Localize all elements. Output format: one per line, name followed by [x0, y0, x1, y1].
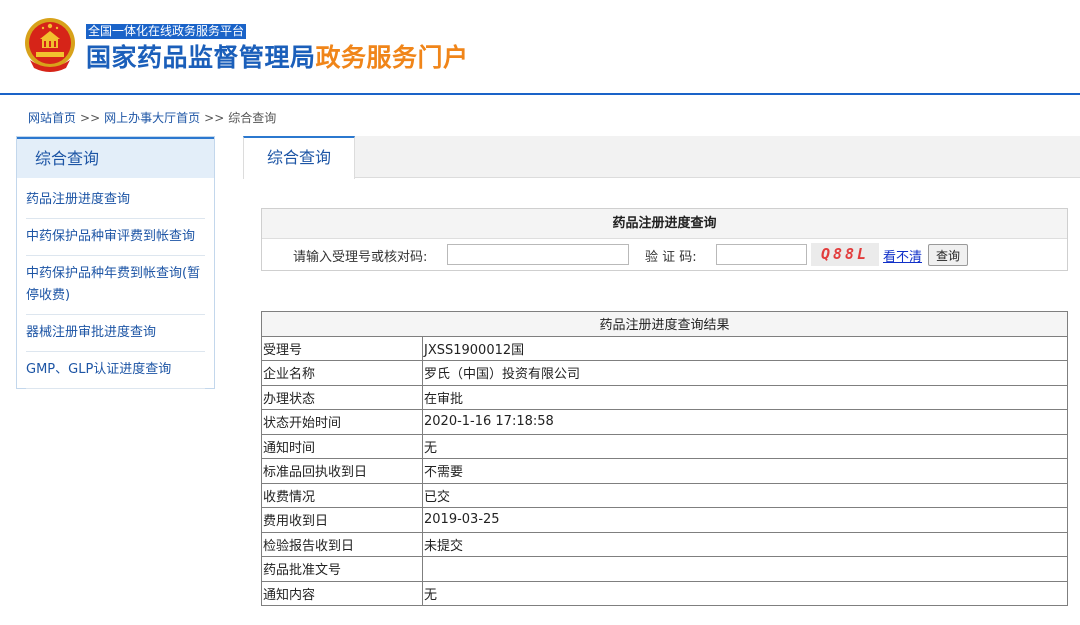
row-value: 无 — [422, 433, 1068, 459]
query-form: 药品注册进度查询 请输入受理号或核对码: 验 证 码: Q88L 看不清 查询 — [261, 208, 1068, 271]
breadcrumb-current: 综合查询 — [228, 111, 277, 125]
row-value: 2019-03-25 — [422, 507, 1068, 533]
captcha-input[interactable] — [716, 244, 807, 265]
result-table: 药品注册进度查询结果 受理号 JXSS1900012国 企业名称 罗氏（中国）投资有… — [261, 311, 1068, 606]
row-value: 不需要 — [422, 458, 1068, 484]
row-key: 通知内容 — [261, 580, 423, 606]
captcha-image: Q88L — [811, 243, 879, 266]
row-key: 药品批准文号 — [261, 556, 423, 582]
table-row: 检验报告收到日 未提交 — [261, 531, 1068, 557]
row-value: 已交 — [422, 482, 1068, 508]
acceptance-number-label: 请输入受理号或核对码: — [293, 250, 428, 265]
header-divider — [0, 93, 1080, 95]
site-title-main: 国家药品监督管理局 — [86, 43, 316, 72]
sidebar-item-drug-registration[interactable]: 药品注册进度查询 — [26, 182, 205, 219]
row-key: 企业名称 — [261, 360, 423, 386]
table-row: 通知时间无 — [261, 433, 1068, 459]
result-table-header: 药品注册进度查询结果 — [261, 311, 1068, 337]
sidebar-item-tcm-review-fee[interactable]: 中药保护品种审评费到帐查询 — [26, 219, 205, 256]
breadcrumb-separator: >> — [80, 111, 101, 125]
tab-comprehensive-query[interactable]: 综合查询 — [243, 136, 355, 179]
table-row: 企业名称 罗氏（中国）投资有限公司 — [261, 360, 1068, 386]
row-key: 办理状态 — [261, 384, 423, 410]
row-value: JXSS1900012国 — [422, 335, 1068, 361]
breadcrumb-hall-link[interactable]: 网上办事大厅首页 — [104, 111, 200, 125]
site-header: 全国一体化在线政务服务平台 国家药品监督管理局政务服务门户 — [0, 0, 1080, 95]
table-row: 收费情况 已交 — [261, 482, 1068, 508]
table-row: 办理状态 在审批 — [261, 384, 1068, 410]
platform-tag: 全国一体化在线政务服务平台 — [86, 24, 247, 39]
sidebar-title: 综合查询 — [17, 137, 214, 178]
table-row: 费用收到日 2019-03-25 — [261, 507, 1068, 533]
captcha-refresh-link[interactable]: 看不清 — [883, 246, 922, 265]
row-key: 收费情况 — [261, 482, 423, 508]
row-value: 罗氏（中国）投资有限公司 — [422, 360, 1068, 386]
breadcrumb-separator: >> — [204, 111, 225, 125]
query-button[interactable]: 查询 — [928, 244, 968, 266]
captcha-label: 验 证 码: — [645, 250, 697, 265]
breadcrumb-home-link[interactable]: 网站首页 — [28, 111, 76, 125]
row-key: 标准品回执收到日 — [261, 458, 423, 484]
sidebar-list: 药品注册进度查询 中药保护品种审评费到帐查询 中药保护品种年费到帐查询(暂停收费… — [17, 178, 214, 389]
row-value: 无 — [422, 580, 1068, 606]
row-key: 通知时间 — [261, 433, 423, 459]
site-title: 国家药品监督管理局政务服务门户 — [86, 41, 469, 75]
query-form-title: 药品注册进度查询 — [262, 209, 1067, 239]
table-row: 状态开始时间 2020-1-16 17:18:58 — [261, 409, 1068, 435]
table-row: 药品批准文号 — [261, 556, 1068, 582]
tab-bar: 综合查询 — [243, 136, 1080, 179]
query-form-row: 请输入受理号或核对码: 验 证 码: Q88L 看不清 查询 — [262, 239, 1067, 271]
sidebar: 综合查询 药品注册进度查询 中药保护品种审评费到帐查询 中药保护品种年费到帐查询… — [16, 136, 215, 389]
row-key: 受理号 — [261, 335, 423, 361]
row-value — [422, 556, 1068, 582]
sidebar-item-device-registration[interactable]: 器械注册审批进度查询 — [26, 315, 205, 352]
acceptance-number-input[interactable] — [447, 244, 629, 265]
row-value: 未提交 — [422, 531, 1068, 557]
row-value: 在审批 — [422, 384, 1068, 410]
table-row: 标准品回执收到日 不需要 — [261, 458, 1068, 484]
row-key: 费用收到日 — [261, 507, 423, 533]
sidebar-item-gmp-glp[interactable]: GMP、GLP认证进度查询 — [26, 352, 205, 389]
breadcrumb: 网站首页 >> 网上办事大厅首页 >> 综合查询 — [28, 109, 276, 126]
table-row: 通知内容无 — [261, 580, 1068, 606]
national-emblem-icon — [25, 18, 75, 72]
result-table-title: 药品注册进度查询结果 — [261, 311, 1068, 337]
sidebar-item-tcm-annual-fee[interactable]: 中药保护品种年费到帐查询(暂停收费) — [26, 256, 205, 315]
site-title-accent: 政务服务门户 — [315, 43, 469, 72]
row-value: 2020-1-16 17:18:58 — [422, 409, 1068, 435]
table-row: 受理号 JXSS1900012国 — [261, 335, 1068, 361]
row-key: 检验报告收到日 — [261, 531, 423, 557]
row-key: 状态开始时间 — [261, 409, 423, 435]
